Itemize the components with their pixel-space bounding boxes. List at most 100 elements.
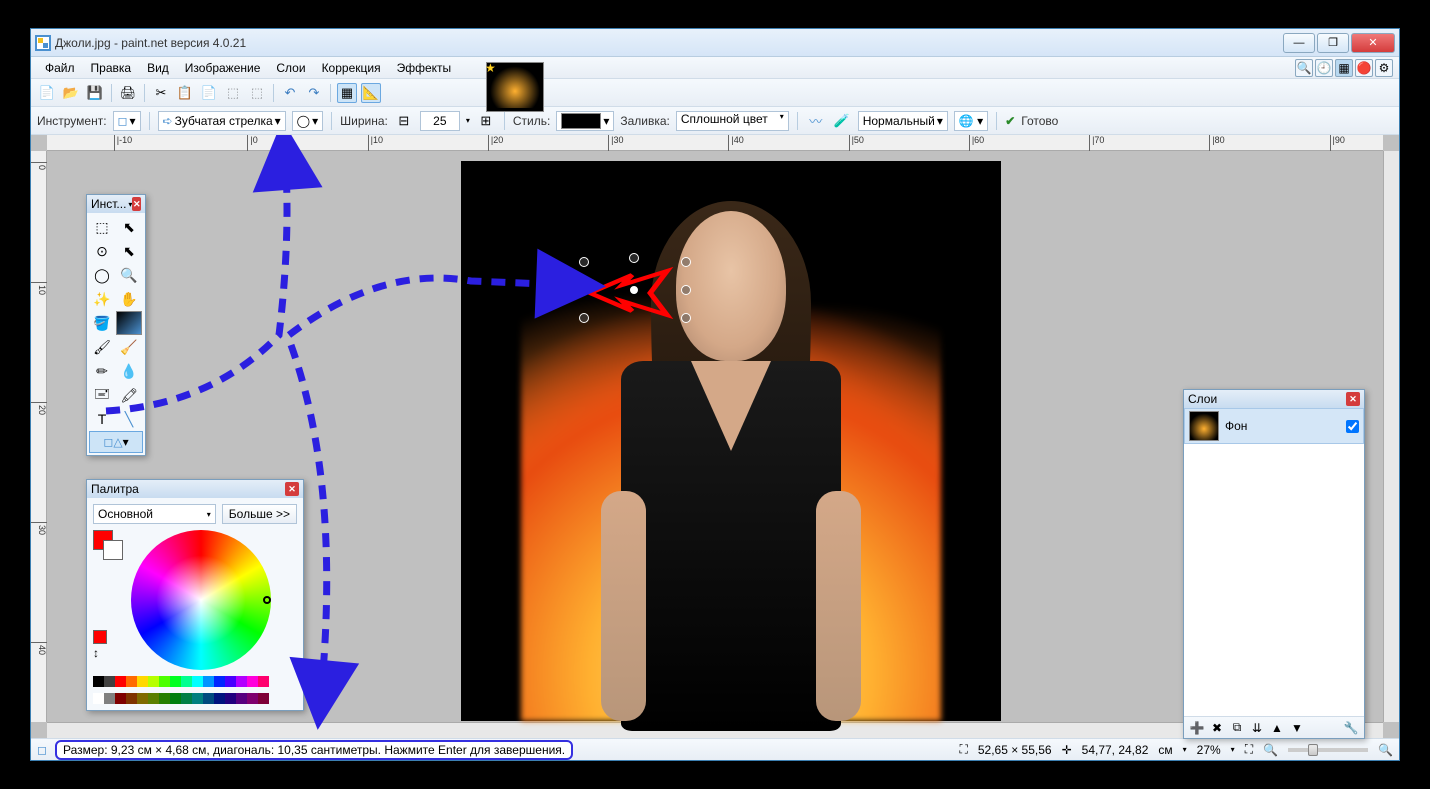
color-wheel-marker[interactable] [263, 596, 271, 604]
menu-file[interactable]: Файл [37, 58, 83, 78]
layers-panel-close-icon[interactable]: ✕ [1346, 392, 1360, 406]
merge-layer-icon[interactable]: ⇊ [1248, 719, 1266, 737]
menu-view[interactable]: Вид [139, 58, 177, 78]
new-file-icon[interactable]: 📄 [37, 83, 57, 103]
save-file-icon[interactable]: 💾 [85, 83, 105, 103]
recolor-tool-icon[interactable]: 🖍 [116, 383, 142, 407]
color-swatch[interactable] [236, 676, 247, 687]
document-thumbnail[interactable]: ★ [486, 62, 544, 112]
color-swatch[interactable] [236, 693, 247, 704]
color-swatch[interactable] [104, 676, 115, 687]
paintbrush-tool-icon[interactable]: 🖌 [89, 335, 115, 359]
color-swatch[interactable] [181, 676, 192, 687]
color-swatch[interactable] [159, 693, 170, 704]
close-button[interactable]: ✕ [1351, 33, 1395, 53]
secondary-color-swatch[interactable] [103, 540, 123, 560]
tools-panel-close-icon[interactable]: ✕ [132, 197, 141, 211]
palette-panel-close-icon[interactable]: ✕ [285, 482, 299, 496]
resize-handle[interactable] [681, 285, 691, 295]
paint-bucket-tool-icon[interactable]: 🪣 [89, 311, 115, 335]
color-swatch[interactable] [126, 676, 137, 687]
undo-icon[interactable]: ↶ [280, 83, 300, 103]
antialias-icon[interactable]: 〰 [806, 111, 826, 131]
zoom-in-icon[interactable]: 🔍 [1378, 743, 1393, 757]
move-handle[interactable] [629, 285, 639, 295]
color-wheel[interactable] [131, 530, 271, 670]
copy-icon[interactable]: 📋 [175, 83, 195, 103]
paste-icon[interactable]: 📄 [199, 83, 219, 103]
scrollbar-vertical[interactable] [1383, 151, 1399, 722]
cut-icon[interactable]: ✂ [151, 83, 171, 103]
minimize-button[interactable]: — [1283, 33, 1315, 53]
primary-secondary-selector[interactable]: Основной [93, 504, 216, 524]
redo-icon[interactable]: ↷ [304, 83, 324, 103]
ellipse-select-tool-icon[interactable]: ◯ [89, 263, 115, 287]
color-swatch[interactable] [225, 693, 236, 704]
shapes-tool-icon[interactable]: ◻△ ▾ [89, 431, 143, 453]
color-swatch[interactable] [93, 693, 104, 704]
magic-wand-tool-icon[interactable]: ✨ [89, 287, 115, 311]
zoom-dropdown-icon[interactable]: ▾ [1231, 745, 1235, 754]
style-selector[interactable]: ▾ [556, 111, 614, 131]
maximize-button[interactable]: ❐ [1317, 33, 1349, 53]
add-layer-icon[interactable]: ➕ [1188, 719, 1206, 737]
lasso-select-tool-icon[interactable]: ⊙ [89, 239, 115, 263]
menu-layers[interactable]: Слои [268, 58, 313, 78]
color-swatch[interactable] [203, 693, 214, 704]
palette-panel-title[interactable]: Палитра ✕ [87, 480, 303, 498]
layer-item[interactable]: Фон [1184, 408, 1364, 444]
selection-mode-selector[interactable]: 🌐 ▾ [954, 111, 988, 131]
color-swatch[interactable] [247, 676, 258, 687]
settings-icon[interactable]: ⚙ [1375, 59, 1393, 77]
swap-colors-icon[interactable]: ↕ [93, 646, 125, 660]
crop-icon[interactable]: ⬚ [223, 83, 243, 103]
text-tool-icon[interactable]: T [89, 407, 115, 431]
rectangle-select-tool-icon[interactable]: ⬚ [89, 215, 115, 239]
color-swatch[interactable] [159, 676, 170, 687]
tool-selector[interactable]: ◻ ▾ [113, 111, 141, 131]
resize-handle[interactable] [579, 257, 589, 267]
open-file-icon[interactable]: 📂 [61, 83, 81, 103]
colors-window-icon[interactable]: 🔴 [1355, 59, 1373, 77]
color-swatch[interactable] [126, 693, 137, 704]
print-icon[interactable]: 🖨 [118, 83, 138, 103]
gradient-tool-icon[interactable]: G [116, 311, 142, 335]
delete-layer-icon[interactable]: ✖ [1208, 719, 1226, 737]
color-swatch[interactable] [148, 676, 159, 687]
tools-panel-title[interactable]: Инст... ▾ ✕ [87, 195, 145, 213]
history-window-icon[interactable]: 🕘 [1315, 59, 1333, 77]
color-swatch[interactable] [247, 693, 258, 704]
palette-panel[interactable]: Палитра ✕ Основной Больше >> ↕ [86, 479, 304, 711]
resize-handle[interactable] [681, 257, 691, 267]
color-picker-tool-icon[interactable]: 💧 [116, 359, 142, 383]
eraser-tool-icon[interactable]: 🧹 [116, 335, 142, 359]
layers-panel-title[interactable]: Слои ✕ [1184, 390, 1364, 408]
color-swatch[interactable] [225, 676, 236, 687]
color-swatch[interactable] [170, 693, 181, 704]
zoom-tool-icon[interactable]: 🔍 [116, 263, 142, 287]
menu-edit[interactable]: Правка [83, 58, 140, 78]
shape-style-selector[interactable]: ◯ ▾ [292, 111, 323, 131]
width-increase-icon[interactable]: ⊞ [476, 111, 496, 131]
line-tool-icon[interactable]: ╲ [116, 407, 142, 431]
color-swatch[interactable] [137, 693, 148, 704]
color-swatch[interactable] [104, 693, 115, 704]
ruler-icon[interactable]: 📐 [361, 83, 381, 103]
recent-color-swatch[interactable] [93, 630, 107, 644]
unit-dropdown-icon[interactable]: ▾ [1183, 745, 1187, 754]
color-swatch[interactable] [258, 676, 269, 687]
tools-panel[interactable]: Инст... ▾ ✕ ⬚ ⬉ ⊙ ⬉ ◯ 🔍 ✨ ✋ 🪣 G 🖌 🧹 ✏ 💧 … [86, 194, 146, 456]
zoom-out-icon[interactable]: 🔍 [1263, 743, 1278, 757]
blend-icon[interactable]: 🧪 [832, 111, 852, 131]
blend-mode-selector[interactable]: Нормальный ▾ [858, 111, 948, 131]
color-swatch[interactable] [214, 676, 225, 687]
move-selected-tool-icon[interactable]: ⬉ [116, 215, 142, 239]
width-input[interactable] [420, 111, 460, 131]
finish-label[interactable]: Готово [1021, 114, 1058, 128]
layers-window-icon[interactable]: ▦ [1335, 59, 1353, 77]
color-swatch[interactable] [148, 693, 159, 704]
fill-selector[interactable]: Сплошной цвет [676, 111, 789, 131]
menu-effects[interactable]: Эффекты [389, 58, 460, 78]
status-zoom[interactable]: 27% [1197, 743, 1221, 757]
fit-window-icon[interactable]: ⛶ [1245, 742, 1253, 757]
